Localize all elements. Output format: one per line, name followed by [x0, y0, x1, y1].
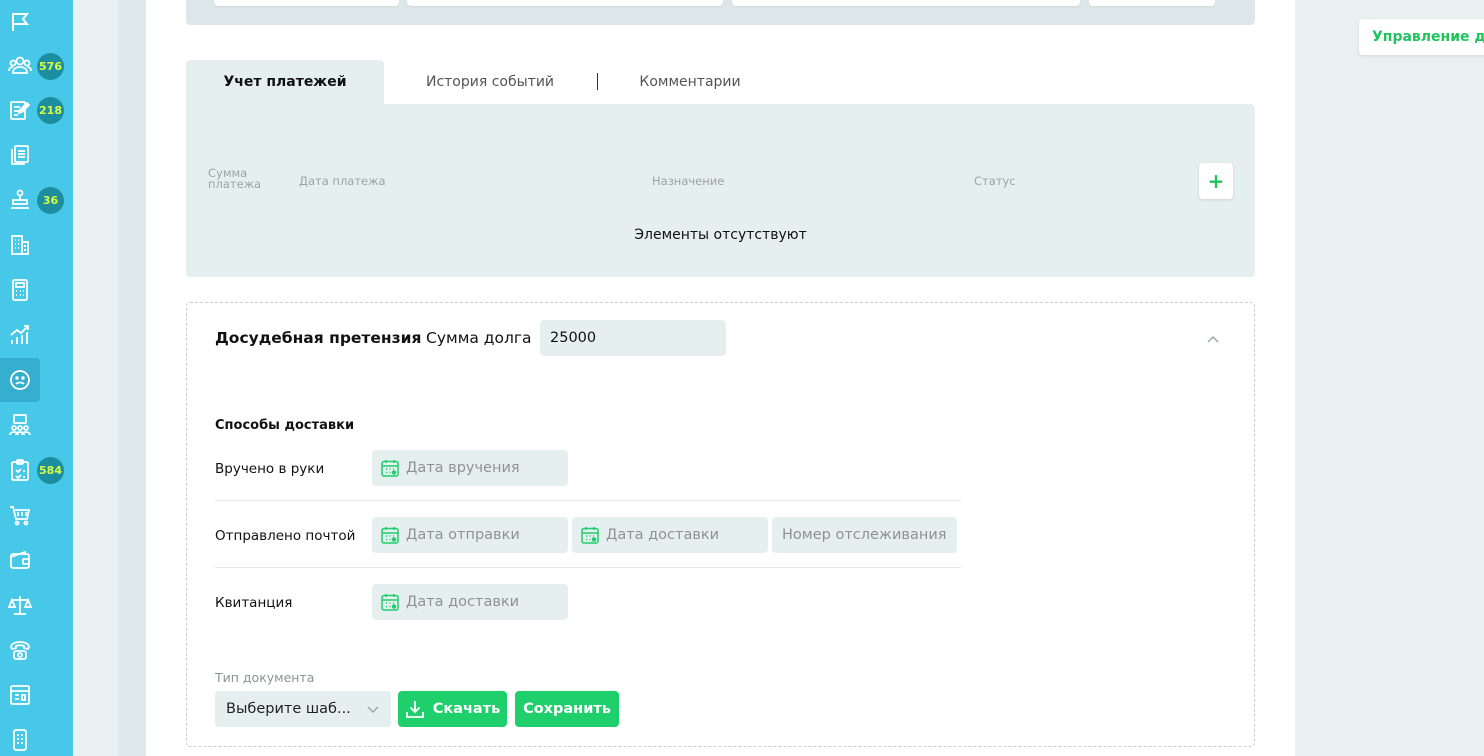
scales-icon — [8, 596, 32, 615]
calendar-icon — [381, 460, 399, 477]
sidebar-item-team[interactable] — [0, 403, 40, 447]
sidebar-item-court[interactable] — [0, 178, 40, 222]
chevron-up-icon[interactable] — [1206, 333, 1220, 347]
sidebar-item-calls[interactable] — [0, 628, 40, 672]
field-placeholder: Дата вручения — [406, 460, 520, 476]
right-gutter — [1295, 0, 1484, 756]
cart-icon — [10, 506, 31, 526]
phone-icon — [10, 641, 30, 660]
sidebar-item-calculator[interactable] — [0, 268, 40, 312]
calendar-icon — [381, 527, 399, 544]
field-placeholder: Дата доставки — [406, 594, 520, 610]
top-filter-box[interactable] — [732, 0, 1080, 6]
field-placeholder: Дата отправки — [406, 527, 520, 543]
tasks-count-badge: 218 — [37, 97, 64, 124]
sidebar-item-tasks[interactable] — [0, 88, 40, 132]
wallet-icon — [10, 550, 30, 569]
delivery-row-label: Вручено в руки — [215, 461, 325, 477]
sidebar-item-clients[interactable] — [0, 43, 40, 87]
download-button[interactable]: Скачать — [398, 691, 507, 727]
send-date-field[interactable]: Дата отправки — [372, 517, 568, 553]
doc-type-label: Тип документа — [215, 670, 315, 685]
row-divider — [215, 500, 961, 501]
add-payment-button[interactable]: + — [1199, 163, 1233, 199]
top-filter-box[interactable] — [214, 0, 399, 6]
page-frame — [118, 0, 146, 756]
column-header-status: Статус — [974, 174, 1016, 188]
calculator-icon — [12, 279, 28, 301]
column-header-purpose: Назначение — [652, 174, 725, 188]
template-select[interactable]: Выберите шаб... — [215, 691, 391, 727]
outer-gutter — [73, 0, 118, 756]
users-group-icon — [8, 56, 32, 74]
calendar-icon — [581, 527, 599, 544]
sidebar-item-dashboard[interactable] — [0, 673, 40, 717]
sidebar-item-flag[interactable] — [0, 0, 40, 44]
sidebar-item-phone-device[interactable] — [0, 718, 40, 756]
debt-sum-label: Сумма долга — [426, 329, 532, 347]
checklist-count-badge: 584 — [37, 457, 64, 484]
top-filter-box[interactable] — [1089, 0, 1215, 6]
dashboard-icon — [10, 685, 30, 705]
delivery-date-field[interactable]: Дата доставки — [572, 517, 768, 553]
tab-comments[interactable]: Комментарии — [620, 60, 760, 104]
debt-sum-input[interactable]: 25000 — [540, 320, 726, 356]
court-count-badge: 36 — [37, 187, 64, 214]
delivery-row-label: Квитанция — [215, 595, 293, 611]
sidebar-item-law[interactable] — [0, 583, 40, 627]
field-placeholder: Дата доставки — [606, 527, 720, 543]
claim-title: Досудебная претензия — [215, 329, 422, 347]
download-icon — [405, 701, 424, 718]
team-icon — [9, 414, 31, 436]
column-header-amount: Сумма платежа — [208, 166, 262, 191]
receipt-delivery-date-field[interactable]: Дата доставки — [372, 584, 568, 620]
tab-history[interactable]: История событий — [410, 60, 570, 104]
column-header-date: Дата платежа — [299, 174, 386, 188]
tab-separator — [597, 73, 598, 90]
sidebar-item-analytics[interactable] — [0, 313, 40, 357]
pretrial-claim-section: Досудебная претензия Сумма долга 25000 С… — [186, 302, 1255, 747]
stamp-icon — [11, 189, 29, 209]
chevron-down-icon — [367, 706, 379, 713]
sad-face-icon — [10, 370, 30, 390]
top-filter-strip — [186, 0, 1255, 25]
top-filter-box[interactable] — [407, 0, 723, 6]
flag-icon — [12, 13, 30, 31]
mobile-icon — [13, 729, 27, 751]
tab-payments[interactable]: Учет платежей — [186, 60, 384, 104]
documents-icon — [11, 145, 29, 165]
delivery-row-label: Отправлено почтой — [215, 528, 356, 544]
handover-date-field[interactable]: Дата вручения — [372, 450, 568, 486]
calendar-icon — [381, 594, 399, 611]
management-button[interactable]: Управление до — [1359, 19, 1484, 55]
clients-count-badge: 576 — [37, 53, 64, 80]
sidebar-item-shop[interactable] — [0, 493, 40, 537]
chart-growth-icon — [10, 325, 29, 344]
field-placeholder: Номер отслеживания — [782, 527, 947, 543]
select-value: Выберите шаб... — [226, 701, 351, 717]
save-button[interactable]: Сохранить — [515, 691, 619, 727]
delivery-methods-title: Способы доставки — [215, 418, 355, 433]
sidebar-item-buildings[interactable] — [0, 223, 40, 267]
sidebar-item-checklist[interactable] — [0, 448, 40, 492]
edit-note-icon — [10, 101, 31, 120]
sidebar-item-wallet[interactable] — [0, 538, 40, 582]
empty-message: Элементы отсутствуют — [634, 227, 807, 243]
sidebar: 576 218 36 584 — [0, 0, 73, 756]
sidebar-item-complaints[interactable] — [0, 358, 40, 402]
clipboard-check-icon — [11, 459, 29, 481]
download-label: Скачать — [432, 701, 501, 717]
payments-panel: Сумма платежа Дата платежа Назначение Ст… — [186, 104, 1255, 277]
building-icon — [11, 235, 29, 255]
tracking-number-field[interactable]: Номер отслеживания — [772, 517, 957, 553]
sidebar-item-documents[interactable] — [0, 133, 40, 177]
row-divider — [215, 567, 961, 568]
